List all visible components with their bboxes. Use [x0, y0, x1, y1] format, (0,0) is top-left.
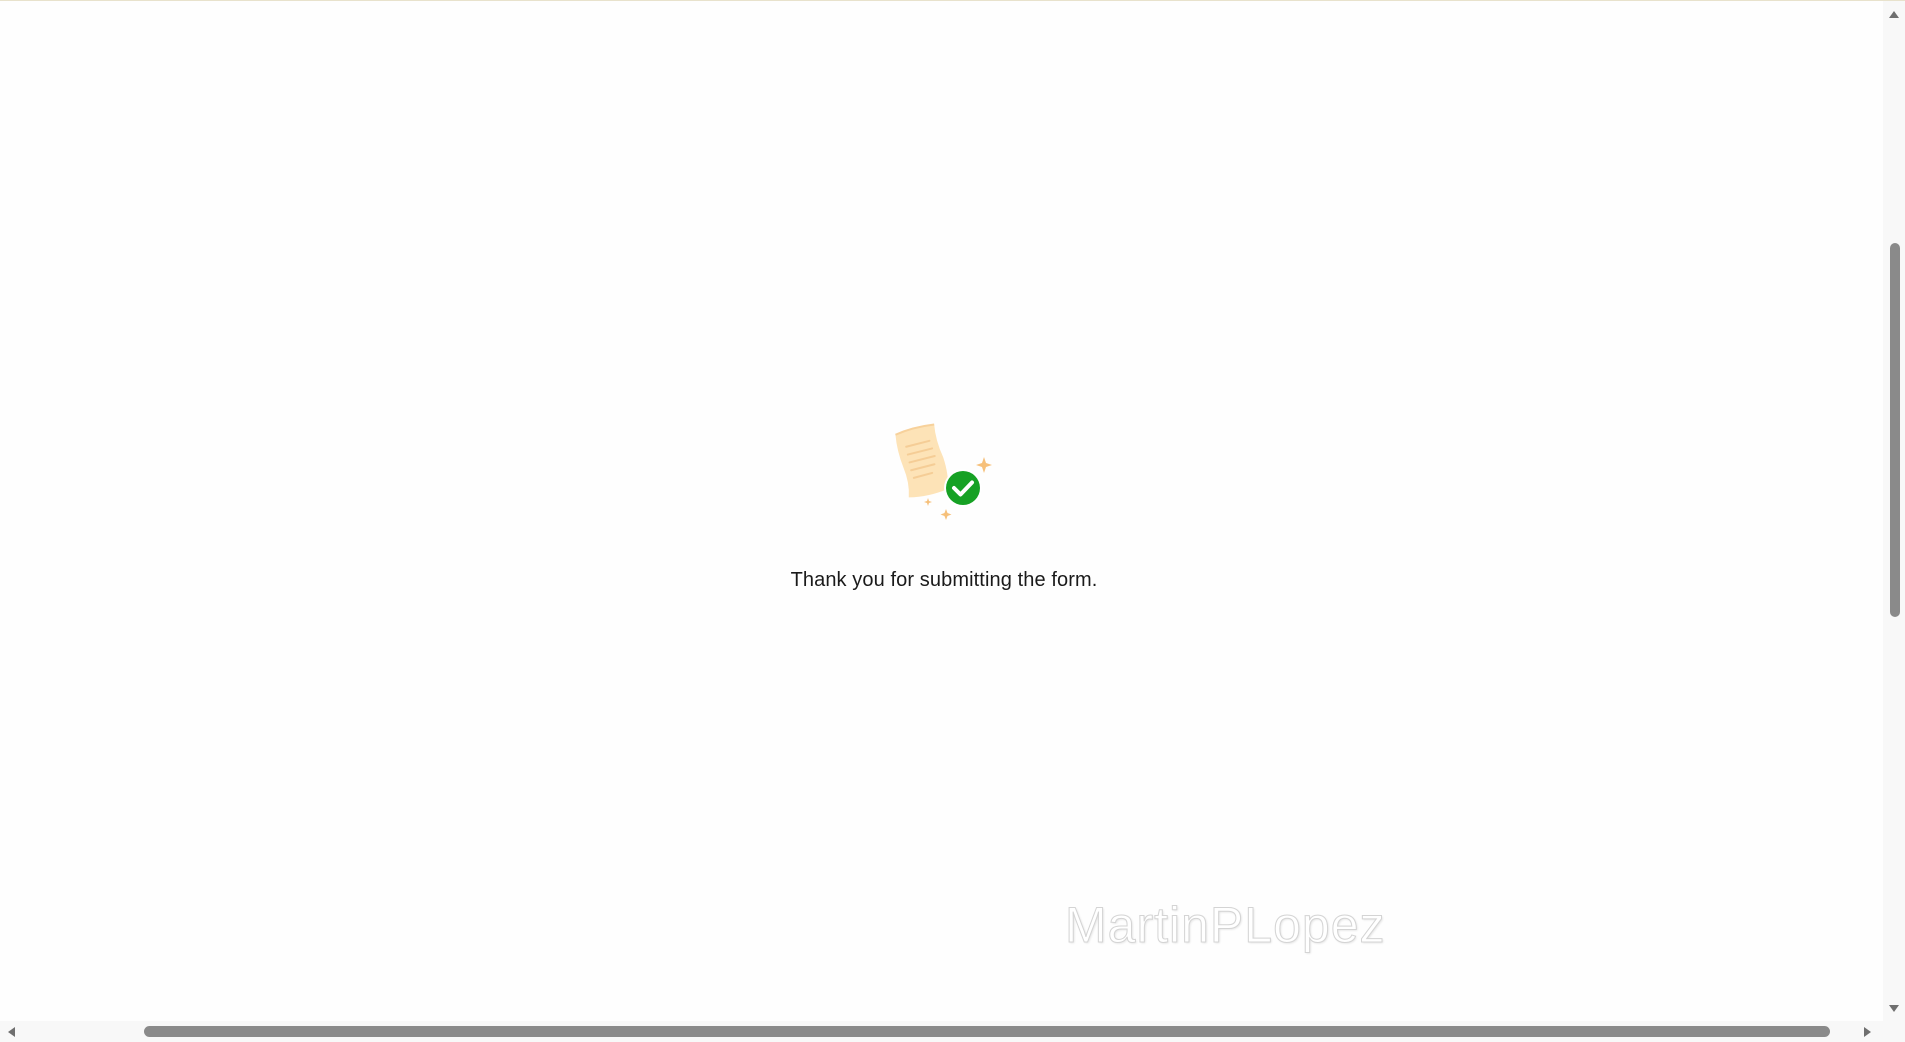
- confirmation-message: Thank you for submitting the form.: [790, 569, 1098, 591]
- form-confirmation-page: Thank you for submitting the form. Marti…: [0, 0, 1905, 1042]
- vertical-scrollbar[interactable]: [1883, 1, 1905, 1022]
- vertical-scrollbar-thumb[interactable]: [1890, 243, 1900, 617]
- chevron-left-icon[interactable]: [8, 1027, 15, 1037]
- horizontal-scrollbar-thumb[interactable]: [144, 1026, 1830, 1037]
- content-area: Thank you for submitting the form. Marti…: [0, 1, 1883, 1022]
- chevron-right-icon[interactable]: [1864, 1027, 1871, 1037]
- chevron-down-icon[interactable]: [1889, 1005, 1899, 1012]
- document-check-icon: [890, 423, 996, 525]
- chevron-up-icon[interactable]: [1889, 11, 1899, 18]
- watermark-text: MartinPLopez: [1065, 897, 1386, 954]
- scrollbar-corner: [1883, 1021, 1905, 1042]
- horizontal-scrollbar[interactable]: [0, 1021, 1883, 1042]
